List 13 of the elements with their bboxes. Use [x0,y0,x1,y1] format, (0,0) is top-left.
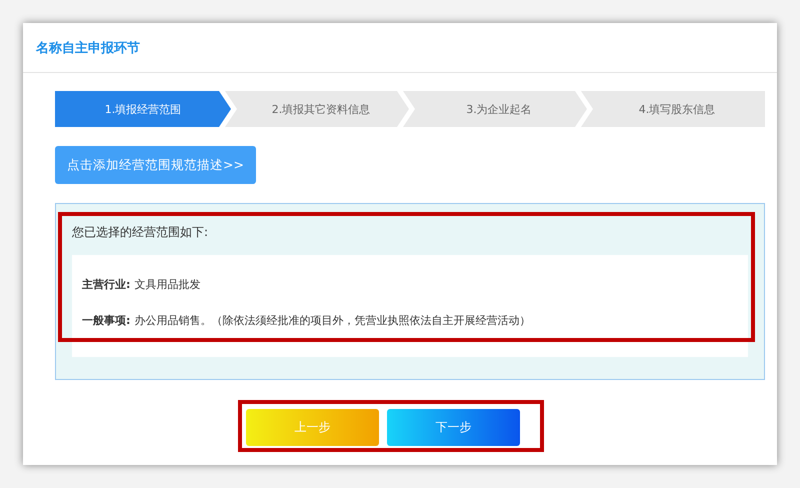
next-button[interactable]: 下一步 [387,409,520,446]
page-title: 名称自主申报环节 [36,40,140,56]
add-scope-button[interactable]: 点击添加经营范围规范描述>> [55,146,256,184]
panel-heading: 您已选择的经营范围如下: [72,224,210,241]
field-label: 主营行业: [82,278,130,291]
progress-step: 4.填写股东信息 [581,91,765,127]
progress-step: 3.为企业起名 [403,91,587,127]
progress-step: 2.填报其它资料信息 [225,91,409,127]
field-value: 办公用品销售。（除依法须经批准的项目外，凭营业执照依法自主开展经营活动） [134,314,530,327]
field-label: 一般事项: [82,314,130,327]
progress-step: 1.填报经营范围 [55,91,231,127]
field-value: 文具用品批发 [134,278,200,291]
previous-button[interactable]: 上一步 [246,409,379,446]
